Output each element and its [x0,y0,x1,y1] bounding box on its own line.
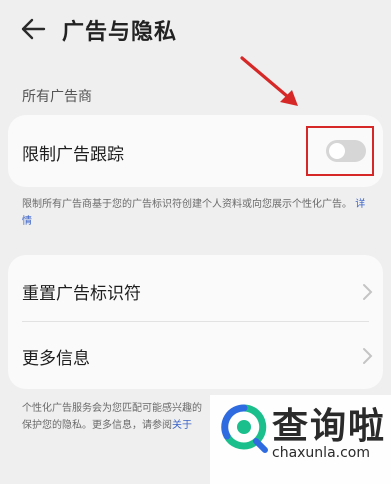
limit-ad-tracking-toggle[interactable] [326,140,366,162]
magnifier-logo-icon [220,403,270,453]
footer-line-1: 个性化广告服务会为您匹配可能感兴趣的 [22,403,202,414]
about-link[interactable]: 关于 [172,420,192,431]
section-title: 所有广告商 [22,89,92,105]
header-bar: 广告与隐私 [0,0,391,60]
watermark-title: 查询啦 [272,406,387,447]
limit-ad-tracking-card: 限制广告跟踪 [8,115,383,187]
limit-ad-tracking-description: 限制所有广告商基于您的广告标识符创建个人资料或向您展示个性化广告。 详情 [22,196,372,230]
footer-text: 个性化广告服务会为您匹配可能感兴趣的 保护您的隐私。更多信息，请参阅关于 [22,400,222,434]
watermark: 查询啦 chaxunla.com [210,395,391,484]
divider [22,321,369,322]
footer-line-2: 保护您的隐私。更多信息，请参阅关于 [22,420,192,431]
red-arrow-annotation [240,56,298,106]
watermark-url: chaxunla.com [272,445,370,461]
reset-ad-id-label: 重置广告标识符 [22,284,141,304]
toggle-knob [329,143,345,159]
chevron-right-icon [361,347,373,365]
back-arrow-icon[interactable] [18,14,48,44]
chevron-right-icon [361,283,373,301]
settings-list-card: 重置广告标识符 更多信息 [8,255,383,389]
limit-ad-tracking-label: 限制广告跟踪 [22,145,124,165]
page-title: 广告与隐私 [62,20,178,45]
description-text: 限制所有广告商基于您的广告标识符创建个人资料或向您展示个性化广告。 [22,199,352,210]
more-info-label: 更多信息 [22,349,90,369]
